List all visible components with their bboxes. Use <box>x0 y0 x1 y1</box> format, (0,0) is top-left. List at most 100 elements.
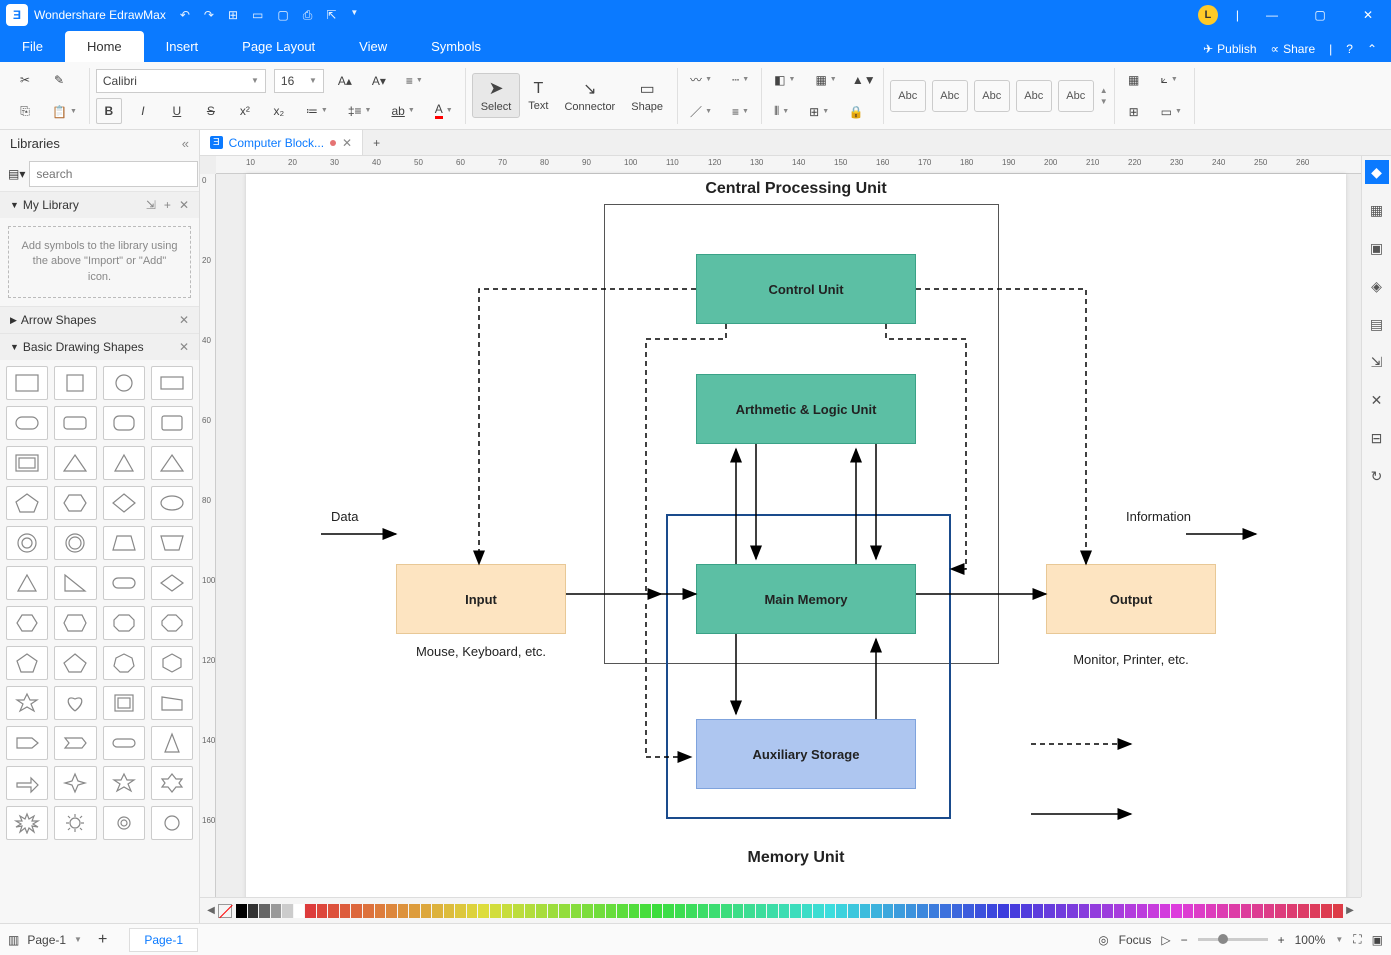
swatch[interactable] <box>744 904 755 918</box>
shape-roundrect2[interactable] <box>54 406 96 440</box>
swatch[interactable] <box>1252 904 1263 918</box>
swatch[interactable] <box>467 904 478 918</box>
undo-icon[interactable]: ↶ <box>180 8 190 23</box>
shape-triangle[interactable] <box>54 446 96 480</box>
flip-icon[interactable]: ▲▼ <box>851 67 877 93</box>
shape-trapezoid2[interactable] <box>151 526 193 560</box>
align-objects-icon[interactable]: ⫴▼ <box>768 99 795 125</box>
open-icon[interactable]: ▭ <box>252 8 263 23</box>
play-icon[interactable]: ▷ <box>1161 933 1170 947</box>
swatch[interactable] <box>617 904 628 918</box>
minimize-button[interactable]: — <box>1257 8 1287 22</box>
shape-pill2[interactable] <box>103 726 145 760</box>
shape-ellipse[interactable] <box>151 486 193 520</box>
swatch[interactable] <box>640 904 651 918</box>
swatch[interactable] <box>963 904 974 918</box>
swatch[interactable] <box>767 904 778 918</box>
underline-button[interactable]: U <box>164 98 190 124</box>
paste-icon[interactable]: 📋▼ <box>46 99 83 125</box>
shape-gear[interactable] <box>103 806 145 840</box>
swatch[interactable] <box>594 904 605 918</box>
swatch[interactable] <box>1333 904 1343 918</box>
tab-page-layout[interactable]: Page Layout <box>220 31 337 62</box>
swatch[interactable] <box>987 904 998 918</box>
add-page-button[interactable]: + <box>98 931 107 949</box>
aux-storage-box[interactable]: Auxiliary Storage <box>696 719 916 789</box>
swatch[interactable] <box>375 904 386 918</box>
align-icon[interactable]: ≡▼ <box>400 68 429 94</box>
maximize-button[interactable]: ▢ <box>1305 8 1335 22</box>
swatch[interactable] <box>502 904 513 918</box>
shape-tool[interactable]: ▭Shape <box>623 75 671 117</box>
collapse-panel-icon[interactable]: « <box>182 136 189 151</box>
swatch[interactable] <box>582 904 593 918</box>
swatch[interactable] <box>1102 904 1113 918</box>
close-section-icon[interactable]: ✕ <box>179 198 189 212</box>
swatch[interactable] <box>848 904 859 918</box>
shape-sqframe[interactable] <box>103 686 145 720</box>
shuffle-icon[interactable]: ✕ <box>1365 388 1389 412</box>
swatch[interactable] <box>1067 904 1078 918</box>
import-icon[interactable]: ⇲ <box>146 198 156 212</box>
swatch[interactable] <box>1321 904 1332 918</box>
print-icon[interactable]: ⎙ <box>303 8 313 23</box>
swatch[interactable] <box>952 904 963 918</box>
bring-front-icon[interactable]: ◧▼ <box>768 67 801 93</box>
swatch[interactable] <box>825 904 836 918</box>
text-tool[interactable]: TText <box>520 76 556 116</box>
shape-gear2[interactable] <box>151 806 193 840</box>
select-tool[interactable]: ➤Select <box>472 73 521 118</box>
style-5[interactable]: Abc <box>1058 80 1094 112</box>
swatch[interactable] <box>444 904 455 918</box>
swatch[interactable] <box>340 904 351 918</box>
shape-rect[interactable] <box>6 366 48 400</box>
swatch[interactable] <box>1010 904 1021 918</box>
swatch[interactable] <box>1194 904 1205 918</box>
cut-icon[interactable]: ✂ <box>12 67 38 93</box>
search-input[interactable] <box>29 161 198 187</box>
swatch[interactable] <box>1148 904 1159 918</box>
swatch[interactable] <box>733 904 744 918</box>
swatch[interactable] <box>1114 904 1125 918</box>
grid-icon[interactable]: ⊞ <box>1121 99 1147 125</box>
section-basic-shapes[interactable]: ▼Basic Drawing Shapes ✕ <box>0 333 199 360</box>
collapse-ribbon-icon[interactable]: ⌃ <box>1367 42 1377 56</box>
close-button[interactable]: ✕ <box>1353 8 1383 22</box>
publish-button[interactable]: ✈ Publish <box>1203 42 1256 56</box>
line-style-icon[interactable]: 〰▼ <box>684 67 718 93</box>
swatch[interactable] <box>328 904 339 918</box>
swatch[interactable] <box>478 904 489 918</box>
crop-icon[interactable]: ⟀▼ <box>1155 67 1184 93</box>
shape-tag2[interactable] <box>54 726 96 760</box>
style-4[interactable]: Abc <box>1016 80 1052 112</box>
shape-square[interactable] <box>54 366 96 400</box>
shape-ring[interactable] <box>6 526 48 560</box>
style-down[interactable]: ▼ <box>1100 97 1108 106</box>
shape-sun[interactable] <box>54 806 96 840</box>
style-3[interactable]: Abc <box>974 80 1010 112</box>
apps-icon[interactable]: ▦ <box>1365 198 1389 222</box>
fit-icon[interactable]: ⛶ <box>1353 932 1361 947</box>
swatch[interactable] <box>663 904 674 918</box>
shape-tri-right[interactable] <box>54 566 96 600</box>
shape-hept[interactable] <box>103 646 145 680</box>
shape-burst2[interactable] <box>6 806 48 840</box>
swatch[interactable] <box>409 904 420 918</box>
swatch[interactable] <box>802 904 813 918</box>
section-arrow-shapes[interactable]: ▶Arrow Shapes ✕ <box>0 306 199 333</box>
style-2[interactable]: Abc <box>932 80 968 112</box>
increase-font-icon[interactable]: A▴ <box>332 68 358 94</box>
lock-icon[interactable]: 🔒 <box>843 99 869 125</box>
zoom-out[interactable]: − <box>1181 933 1188 947</box>
shape-hex2[interactable] <box>6 606 48 640</box>
shape-roundrect3[interactable] <box>103 406 145 440</box>
main-memory-box[interactable]: Main Memory <box>696 564 916 634</box>
shape-roundrect[interactable] <box>6 406 48 440</box>
shape-pent2[interactable] <box>6 646 48 680</box>
font-color-icon[interactable]: A▼ <box>429 98 459 124</box>
swatch[interactable] <box>271 904 282 918</box>
swatch[interactable] <box>363 904 374 918</box>
swatch[interactable] <box>917 904 928 918</box>
swatch[interactable] <box>813 904 824 918</box>
swatch[interactable] <box>871 904 882 918</box>
